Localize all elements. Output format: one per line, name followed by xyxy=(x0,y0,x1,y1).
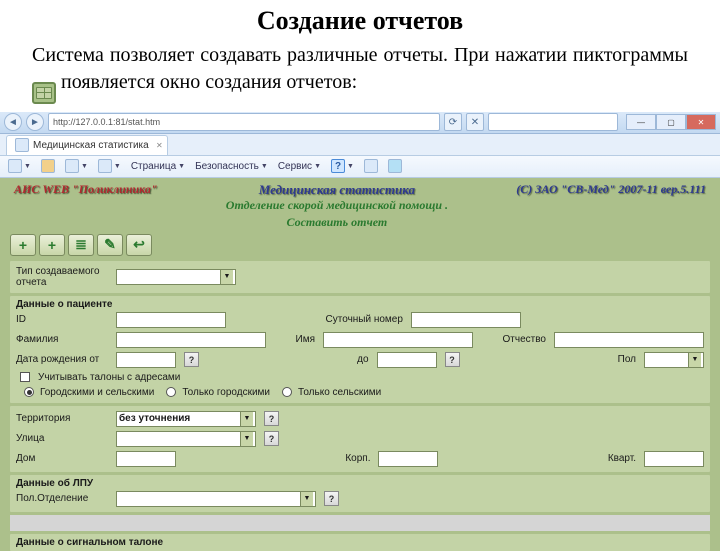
report-type-label: Тип создаваемого отчета xyxy=(16,266,108,288)
security-menu[interactable]: Безопасность▼ xyxy=(195,161,268,172)
reports-icon xyxy=(32,82,56,104)
print-button[interactable]: ▼ xyxy=(98,159,121,173)
addr-checkbox[interactable] xyxy=(20,372,30,382)
patronymic-input[interactable] xyxy=(554,332,704,348)
lastname-label: Фамилия xyxy=(16,334,108,345)
window-close[interactable]: ✕ xyxy=(686,114,716,130)
stop-button[interactable]: ✕ xyxy=(466,113,484,131)
house-input[interactable] xyxy=(116,451,176,467)
firstname-label: Имя xyxy=(296,334,315,345)
lastname-input[interactable] xyxy=(116,332,266,348)
page-menu[interactable]: Страница▼ xyxy=(131,161,185,172)
lpu-section-header: Данные об ЛПУ xyxy=(16,478,704,489)
dob-from-label: Дата рождения от xyxy=(16,354,108,365)
app-brand-right: (С) ЗАО "СВ-Мед" 2007-11 вер.5.111 xyxy=(516,182,706,230)
home-button[interactable]: ▼ xyxy=(8,159,31,173)
window-minimize[interactable]: — xyxy=(626,114,656,130)
street-select[interactable]: ▼ xyxy=(116,431,256,447)
list-button[interactable]: ≣ xyxy=(68,234,94,256)
patient-section-header: Данные о пациенте xyxy=(16,299,704,310)
browser-window: ◄ ► http://127.0.0.1:81/stat.htm ⟳ ✕ — ▢… xyxy=(0,112,720,551)
daily-no-input[interactable] xyxy=(411,312,521,328)
tab-close-icon[interactable]: ✕ xyxy=(156,141,163,150)
add-button[interactable]: + xyxy=(10,234,36,256)
sex-label: Пол xyxy=(618,354,636,365)
intro-paragraph: Система позволяет создавать различные от… xyxy=(32,42,688,104)
window-maximize[interactable]: ▢ xyxy=(656,114,686,130)
street-label: Улица xyxy=(16,433,108,444)
app-title: Медицинская статистика xyxy=(226,182,448,198)
extra-icon-2[interactable] xyxy=(388,159,402,173)
back-button[interactable]: ↩ xyxy=(126,234,152,256)
page-title: Создание отчетов xyxy=(32,6,688,36)
territory-help[interactable]: ? xyxy=(264,411,279,426)
street-help[interactable]: ? xyxy=(264,431,279,446)
report-type-select[interactable]: ▼ xyxy=(116,269,236,285)
addr-checkbox-label: Учитывать талоны с адресами xyxy=(38,372,180,383)
territory-label: Территория xyxy=(16,413,108,424)
dob-to-picker[interactable]: ? xyxy=(445,352,460,367)
extra-icon-1[interactable] xyxy=(364,159,378,173)
id-label: ID xyxy=(16,314,108,325)
url-bar[interactable]: http://127.0.0.1:81/stat.htm xyxy=(48,113,440,131)
add2-button[interactable]: + xyxy=(39,234,65,256)
daily-no-label: Суточный номер xyxy=(326,314,403,325)
korp-input[interactable] xyxy=(378,451,438,467)
app-subtitle: Отделение скорой медицинской помощи . xyxy=(226,198,448,213)
patronymic-label: Отчество xyxy=(503,334,546,345)
page-toolbar: + + ≣ ✎ ↩ xyxy=(0,232,720,258)
browser-tab[interactable]: Медицинская статистика ✕ xyxy=(6,135,168,155)
radio-rural[interactable]: Только сельскими xyxy=(282,387,381,398)
app-action-title: Составить отчет xyxy=(226,215,448,230)
dob-from-input[interactable] xyxy=(116,352,176,368)
search-bar[interactable] xyxy=(488,113,618,131)
feeds-button[interactable] xyxy=(41,159,55,173)
lpu-dept-select[interactable]: ▼ xyxy=(116,491,316,507)
dob-to-input[interactable] xyxy=(377,352,437,368)
divider-bar xyxy=(10,515,710,531)
mail-button[interactable]: ▼ xyxy=(65,159,88,173)
lpu-dept-label: Пол.Отделение xyxy=(16,493,108,504)
firstname-input[interactable] xyxy=(323,332,473,348)
flat-input[interactable] xyxy=(644,451,704,467)
lpu-dept-help[interactable]: ? xyxy=(324,491,339,506)
radio-both[interactable]: Городскими и сельскими xyxy=(24,387,154,398)
radio-city[interactable]: Только городскими xyxy=(166,387,270,398)
dob-from-picker[interactable]: ? xyxy=(184,352,199,367)
edit-button[interactable]: ✎ xyxy=(97,234,123,256)
help-button[interactable]: ?▼ xyxy=(331,159,354,173)
app-brand-left: АИС WEB "Поликлиника" xyxy=(14,182,157,230)
house-label: Дом xyxy=(16,453,108,464)
id-input[interactable] xyxy=(116,312,226,328)
dob-to-label: до xyxy=(357,354,368,365)
refresh-button[interactable]: ⟳ xyxy=(444,113,462,131)
territory-select[interactable]: без уточнения▼ xyxy=(116,411,256,427)
signal-section-header: Данные о сигнальном талоне xyxy=(16,537,704,548)
nav-fwd-button[interactable]: ► xyxy=(26,113,44,131)
flat-label: Кварт. xyxy=(608,453,636,464)
sex-select[interactable]: ▼ xyxy=(644,352,704,368)
nav-back-button[interactable]: ◄ xyxy=(4,113,22,131)
tools-menu[interactable]: Сервис▼ xyxy=(278,161,321,172)
favicon-icon xyxy=(15,138,29,152)
korp-label: Корп. xyxy=(345,453,370,464)
